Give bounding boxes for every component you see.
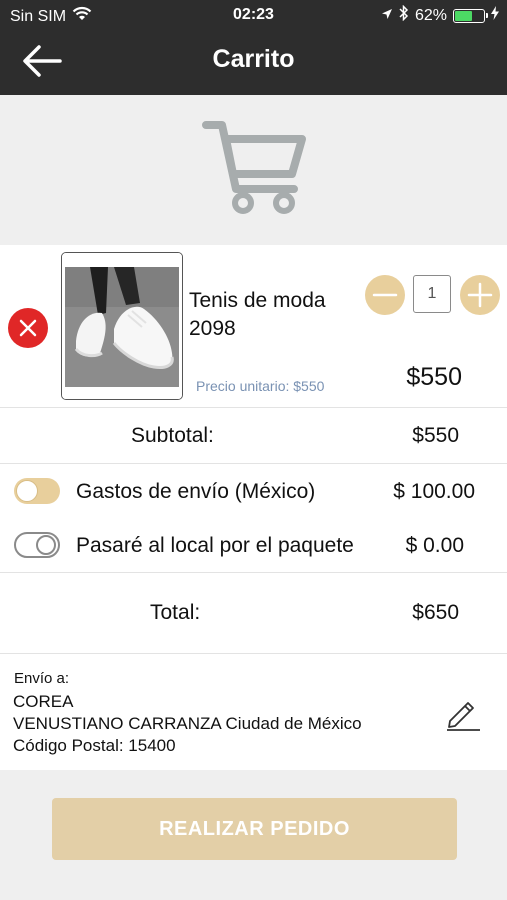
status-right: 62% [381,4,499,26]
item-total: $550 [406,363,462,391]
pickup-toggle[interactable] [14,532,60,558]
location-arrow-icon [381,7,393,25]
plus-icon [467,282,493,308]
shipping-address: Envío a: COREA VENUSTIANO CARRANZA Ciuda… [0,654,507,770]
decrease-quantity-button[interactable] [365,275,405,315]
unit-price: Precio unitario: $550 [196,378,325,394]
cart-header [0,95,507,245]
pickup-option-label: Pasaré al local por el paquete [76,534,354,557]
shipping-option: Gastos de envío (México) $ 100.00 [0,466,507,516]
remove-item-button[interactable] [8,308,48,348]
subtotal-row: Subtotal: $550 [0,408,507,464]
total-row: Total: $650 [0,573,507,654]
status-bar: Sin SIM 02:23 62% [0,0,507,30]
total-value: $650 [412,601,459,624]
address-line: VENUSTIANO CARRANZA Ciudad de México [13,714,362,733]
pickup-option: Pasaré al local por el paquete $ 0.00 [0,520,507,570]
shipping-option-label: Gastos de envío (México) [76,480,316,503]
shopping-cart-icon [202,121,306,214]
white-sneakers-photo [62,253,182,399]
shipping-options: Gastos de envío (México) $ 100.00 Pasaré… [0,464,507,573]
address-postal-code: Código Postal: 15400 [13,736,176,755]
address-heading: Envío a: [14,670,70,687]
place-order-button[interactable]: REALIZAR PEDIDO [52,798,457,860]
increase-quantity-button[interactable] [460,275,500,315]
minus-icon [372,293,398,297]
subtotal-value: $550 [412,424,459,447]
product-image [61,252,183,400]
shipping-option-value: $ 100.00 [393,480,475,503]
page-title: Carrito [212,45,295,73]
battery-icon [453,8,488,23]
address-name: COREA [13,692,74,711]
cart-item: Tenis de moda 2098 Precio unitario: $550… [0,245,507,408]
toggle-knob [36,535,56,555]
subtotal-label: Subtotal: [131,424,214,447]
toggle-knob [16,480,38,502]
pencil-icon [447,702,480,731]
quantity-input[interactable]: 1 [413,275,451,313]
pickup-option-value: $ 0.00 [405,534,464,557]
product-name[interactable]: Tenis de moda 2098 [189,287,339,343]
battery-percent: 62% [414,6,447,24]
total-label: Total: [150,601,201,624]
shipping-toggle[interactable] [14,478,60,504]
bluetooth-icon [399,4,409,26]
close-icon [19,319,37,337]
charging-bolt-icon [491,6,499,25]
edit-address-button[interactable] [444,694,484,734]
navigation-bar: Carrito [0,30,507,95]
